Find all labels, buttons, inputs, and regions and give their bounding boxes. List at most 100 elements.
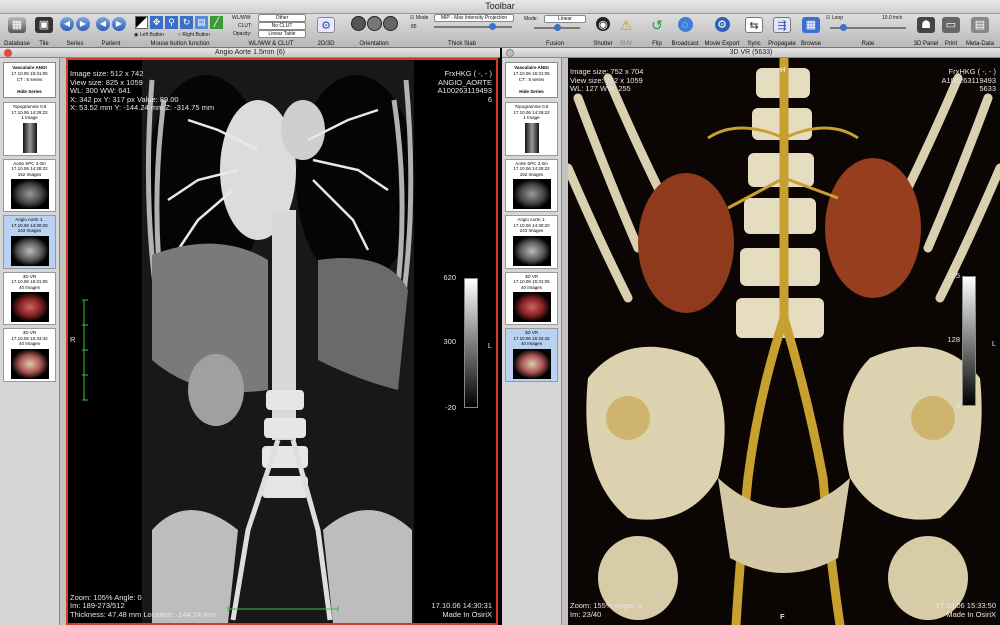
right-overlay-topleft: Image size: 752 x 704 View size: 752 x 1…	[570, 67, 644, 93]
right-overlay-topright: FrxHKG ( -, - ) A100263119493 5633	[941, 67, 997, 93]
coronal-view-icon[interactable]	[366, 16, 382, 31]
window-title-bar: Toolbar	[0, 0, 1000, 14]
thumb-image	[524, 122, 539, 153]
left-overlay-bottomleft: Zoom: 105% Angle: 0 Im: 189-273/512 Thic…	[70, 592, 216, 619]
left-overlay-bottomright: 17.10.06 14:30:31 Made In OsiriX	[431, 601, 492, 619]
2d3d-button[interactable]: ⚙ 2D/3D	[313, 14, 339, 48]
left-viewer-titlebar: Angio Aorte 1.5mm (6)	[0, 48, 500, 58]
metadata-icon: ▤	[971, 17, 989, 33]
series-next-button[interactable]: ▶	[76, 17, 90, 31]
left-image-view[interactable]: Image size: 512 x 742 View size: 825 x 1…	[66, 58, 498, 625]
right-orientation-f: F	[780, 611, 785, 621]
mip-ct-image	[68, 60, 496, 623]
scroll-tool-icon[interactable]: ▤	[195, 16, 208, 29]
right-viewer-titlebar: 3D VR (5633)	[502, 48, 1000, 58]
thumb-image	[512, 235, 551, 266]
database-button[interactable]: ▦ Database	[2, 14, 32, 48]
zoom-tool-icon[interactable]: ⚲	[165, 16, 178, 29]
loop-checkbox[interactable]: ☑ Loop	[826, 15, 843, 21]
left-thumb-2[interactable]: Angio Aorte 1. 17.10.06 14:30:20 243 Image…	[3, 215, 56, 269]
print-button[interactable]: ▭ Print	[940, 14, 962, 48]
right-thumb-2[interactable]: Angio Aorte 1. 17.10.06 14:30:20 243 Image…	[505, 215, 558, 269]
thumb-image	[10, 179, 49, 209]
rotate-tool-icon[interactable]: ↻	[180, 16, 193, 29]
movie-export-button[interactable]: ⚙ Movie Export	[702, 14, 742, 48]
patient-nav: ◀ ▶ Patient	[94, 14, 128, 48]
thumb-image	[512, 179, 551, 209]
right-wl-max: 255	[947, 271, 960, 280]
right-overlay-bottomright: 17.10.06 15:33:50 Made In OsiriX	[935, 601, 996, 619]
tile-button[interactable]: ▣ Tile	[32, 14, 56, 48]
thick-slab-slider[interactable]	[434, 23, 512, 30]
left-thumb-4[interactable]: 3D VR 17.10.06 15:33:42 40 Images	[3, 328, 56, 382]
right-thumb-0[interactable]: Topogramme 0.6 17.10.06 14:29:22 1 Image	[505, 102, 558, 156]
right-wl-min: 0	[955, 401, 960, 410]
database-icon: ▦	[8, 17, 26, 33]
browse-button[interactable]: ▦ Browse	[798, 14, 824, 48]
series-prev-button[interactable]: ◀	[60, 17, 74, 31]
flip-button[interactable]: ↺ Flip	[646, 14, 668, 48]
right-viewer-close-icon[interactable]	[506, 49, 514, 57]
fusion-mode-select[interactable]: Linear	[544, 15, 586, 23]
measure-tool-icon[interactable]: ╱	[210, 16, 223, 29]
thumb-image	[22, 122, 37, 153]
tile-icon: ▣	[35, 17, 53, 33]
left-series-list: Vasculaire ANGI 17.10.06 15:31:05 CT : 5…	[0, 58, 60, 625]
thumb-image	[512, 348, 551, 379]
fusion-group: Mode: Linear Fusion	[520, 14, 590, 48]
rate-group: ☑ Loop 10.0 im/s Rate	[826, 14, 910, 48]
thick-slab-select[interactable]: MIP - Max Intensity Projection	[434, 14, 514, 22]
propagate-icon: ⇶	[773, 17, 791, 33]
left-overlay-topright: FrxHKG ( -, - ) ANGIO_AORTE A10026311949…	[437, 69, 493, 104]
patient-next-button[interactable]: ▶	[112, 17, 126, 31]
right-thumb-3[interactable]: 3D VR 17.10.06 15:31:05 40 Images	[505, 271, 558, 325]
right-thumb-1[interactable]: Aorte SPC 3.0m 17.10.06 14:28:22 152 Image…	[505, 158, 558, 212]
left-study-info: Vasculaire ANGI 17.10.06 15:31:05 CT : 5…	[3, 62, 56, 98]
left-thumb-0[interactable]: Topogramme 0.6 17.10.06 14:29:22 1 Image	[3, 102, 56, 156]
right-overlay-bottomleft: Zoom: 155% Angle: 0 Im: 23/40	[570, 601, 642, 619]
fusion-slider[interactable]	[534, 24, 580, 31]
suv-button[interactable]: ⚠ SUV	[616, 14, 636, 48]
mouse-function-group: ✥ ⚲ ↻ ▤ ╱ ◉ Left Button ○ Right Button M…	[132, 14, 228, 48]
left-viewer-title: Angio Aorte 1.5mm (6)	[214, 49, 286, 56]
sagittal-view-icon[interactable]	[382, 16, 398, 31]
broadcast-icon: ◌	[677, 17, 693, 32]
wlww-tool-icon[interactable]	[135, 16, 148, 29]
left-button-radio[interactable]: ◉ Left Button	[134, 32, 164, 38]
shutter-icon: ◉	[596, 17, 610, 31]
wlww-select[interactable]: Other	[258, 14, 306, 22]
metadata-button[interactable]: ▤ Meta-Data	[962, 14, 998, 48]
thumb-image	[512, 292, 551, 322]
rate-slider[interactable]	[830, 24, 906, 31]
right-button-radio[interactable]: ○ Right Button	[178, 32, 210, 38]
broadcast-button[interactable]: ◌ Broadcast	[668, 14, 702, 48]
opacity-select[interactable]: Linear Table	[258, 30, 306, 38]
flip-icon: ↺	[651, 17, 663, 33]
browse-icon: ▦	[802, 17, 820, 33]
right-study-info: Vasculaire ANGI 17.10.06 15:31:05 CT : 5…	[505, 62, 558, 98]
patient-prev-button[interactable]: ◀	[96, 17, 110, 31]
move-tool-icon[interactable]: ✥	[150, 16, 163, 29]
left-orientation-l: L	[487, 341, 492, 350]
left-thumb-3[interactable]: 3D VR 17.10.06 15:31:05 40 Images	[3, 271, 56, 325]
3d-panel-button[interactable]: ☗ 3D Panel	[912, 14, 940, 48]
shutter-button[interactable]: ◉ Shutter	[590, 14, 616, 48]
propagate-button[interactable]: ⇶ Propagate	[766, 14, 798, 48]
print-icon: ▭	[942, 17, 960, 33]
left-hide-series-button[interactable]: Hide Series	[5, 89, 54, 95]
axial-view-icon[interactable]	[350, 16, 366, 31]
left-viewer-close-icon[interactable]	[4, 49, 12, 57]
right-viewer-title: 3D VR (5633)	[729, 49, 773, 56]
left-thumb-1[interactable]: Aorte SPC 3.0m 17.10.06 14:28:22 152 Image…	[3, 158, 56, 212]
sync-button[interactable]: ⇆ Sync	[742, 14, 766, 48]
right-hide-series-button[interactable]: Hide Series	[507, 89, 556, 95]
movie-export-icon: ⚙	[714, 17, 730, 32]
right-3d-view[interactable]: Image size: 752 x 704 View size: 752 x 1…	[568, 58, 1000, 625]
series-nav: ◀ ▶ Series	[58, 14, 92, 48]
sync-icon: ⇆	[745, 17, 763, 33]
right-thumb-4[interactable]: 3D VR 17.10.06 15:33:42 40 Images	[505, 328, 558, 382]
thumb-image	[10, 235, 49, 266]
window-title: Toolbar	[485, 1, 515, 11]
clut-select[interactable]: No CLUT	[258, 22, 306, 30]
mode-checkbox[interactable]: ☑ Mode	[410, 15, 428, 21]
